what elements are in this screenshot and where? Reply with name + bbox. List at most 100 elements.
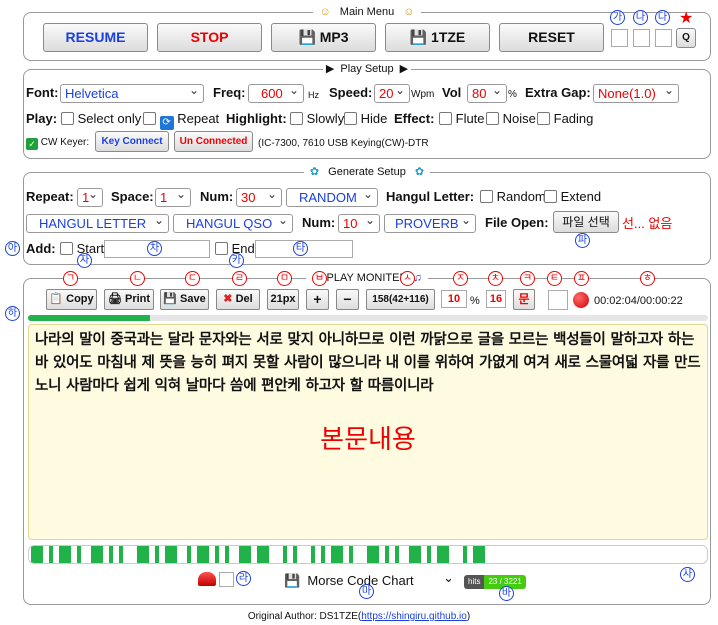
morse-mark — [331, 546, 343, 563]
marker-ja: 자 — [77, 253, 92, 268]
morse-mark — [225, 546, 229, 563]
repeat-checkbox[interactable]: ⟳ — [159, 116, 174, 130]
save-1tze-button[interactable]: 💾 1TZE — [385, 23, 490, 52]
monitor-checkbox[interactable] — [548, 290, 568, 310]
save-button[interactable]: 💾 Save — [160, 289, 209, 310]
q-button[interactable]: Q — [676, 28, 696, 48]
char-count-button[interactable]: 158(42+116) — [366, 289, 435, 310]
resume-button[interactable]: RESUME — [43, 23, 148, 52]
stop-button[interactable]: STOP — [157, 23, 262, 52]
morse-mark — [385, 546, 389, 563]
vol-select[interactable]: 80 — [467, 84, 507, 103]
font-size-button[interactable]: 21px — [267, 289, 299, 310]
zoom-in-button[interactable]: + — [306, 289, 329, 310]
hide-checkbox[interactable] — [344, 112, 357, 125]
morse-mark — [367, 546, 379, 563]
num2-select[interactable]: 10 — [338, 214, 380, 233]
extend-checkbox[interactable] — [544, 190, 557, 203]
morse-mark — [109, 546, 113, 563]
toolbar-marker-13: ㅎ — [640, 271, 655, 286]
num-label: Num: — [200, 189, 234, 204]
select-only-label: Select only — [77, 111, 142, 126]
space-label: Space: — [111, 189, 154, 204]
hangul-qso-select[interactable]: HANGUL QSO — [173, 214, 293, 233]
morse-mark — [437, 546, 449, 563]
morse-mark — [283, 546, 287, 563]
hangul-letter-label: Hangul Letter: — [386, 189, 475, 204]
marker-na: 나 — [633, 10, 648, 25]
num2-label: Num: — [302, 215, 336, 230]
morse-mark — [91, 546, 103, 563]
toolbar-marker-2: ㄴ — [130, 271, 145, 286]
mun-button[interactable]: 문 — [513, 289, 535, 310]
font-select[interactable]: Helvetica — [60, 84, 204, 103]
morse-signal-strip — [28, 545, 708, 564]
zoom-out-button[interactable]: − — [336, 289, 359, 310]
toolbar-marker-8: ㅈ — [453, 271, 468, 286]
reset-button[interactable]: RESET — [499, 23, 604, 52]
cw-keyer-checkbox[interactable]: ✓ — [26, 138, 38, 150]
slowly-label: Slowly — [306, 111, 345, 126]
hangul-letter-select[interactable]: HANGUL LETTER — [26, 214, 169, 233]
percent-unit: % — [470, 295, 480, 307]
marker-ha: 하 — [5, 306, 20, 321]
copy-button[interactable]: 📋 Copy — [46, 289, 97, 310]
morse-mark — [31, 546, 43, 563]
print-button[interactable]: 🖨 Print — [104, 289, 154, 310]
play-label: Play: — [26, 111, 58, 126]
menu-checkbox-3[interactable] — [655, 29, 672, 47]
repeat-count-select[interactable]: 1 — [77, 188, 103, 207]
num-select[interactable]: 30 — [236, 188, 282, 207]
morse-mark — [215, 546, 219, 563]
slowly-checkbox[interactable] — [290, 112, 303, 125]
freq-select[interactable]: 600 — [248, 84, 304, 103]
end-checkbox[interactable] — [215, 242, 228, 255]
toolbar-marker-5: ㅁ — [277, 271, 292, 286]
file-select-button[interactable]: 파일 선택 — [553, 211, 619, 233]
speed-unit: Wpm — [411, 89, 435, 100]
morse-mark — [239, 546, 251, 563]
marker-a: 아 — [5, 241, 20, 256]
repeat-count-label: Repeat: — [26, 189, 74, 204]
marker-ga: 가 — [610, 10, 625, 25]
repeat-spacer-checkbox[interactable] — [143, 112, 156, 125]
proverb-select[interactable]: PROVERB — [384, 214, 476, 233]
morse-mark — [257, 546, 269, 563]
toolbar-marker-4: ㄹ — [232, 271, 247, 286]
author-link[interactable]: https://shingiru.github.io — [361, 611, 467, 622]
random-checkbox[interactable] — [480, 190, 493, 203]
vol-label: Vol — [442, 85, 462, 100]
vol-unit: % — [508, 89, 517, 100]
content-placeholder: 본문내용 — [320, 425, 416, 455]
start-checkbox[interactable] — [60, 242, 73, 255]
alarm-checkbox[interactable] — [219, 572, 234, 587]
marker-da: 다 — [655, 10, 670, 25]
extra-gap-select[interactable]: None(1.0) — [593, 84, 679, 103]
toolbar-marker-3: ㄷ — [185, 271, 200, 286]
hide-label: Hide — [360, 111, 388, 126]
space-select[interactable]: 1 — [155, 188, 191, 207]
monitor-text-area[interactable]: 나라의 말이 중국과는 달라 문자와는 서로 맞지 아니하므로 이런 까닭으로 … — [28, 324, 708, 540]
mp3-button[interactable]: 💾 MP3 — [271, 23, 376, 52]
num-input[interactable]: 16 — [486, 290, 506, 308]
menu-checkbox-1[interactable] — [611, 29, 628, 47]
flute-checkbox[interactable] — [439, 112, 452, 125]
mode-select[interactable]: RANDOM — [286, 188, 378, 207]
morse-mark — [165, 546, 177, 563]
noise-checkbox[interactable] — [486, 112, 499, 125]
fading-checkbox[interactable] — [537, 112, 550, 125]
morse-mark — [119, 546, 123, 563]
morse-mark — [137, 546, 149, 563]
record-indicator-icon — [573, 292, 589, 308]
speed-select[interactable]: 20 — [374, 84, 410, 103]
marker-ba: 바 — [499, 586, 514, 601]
un-connected-button[interactable]: Un Connected — [174, 131, 253, 152]
delete-button[interactable]: ✖ Del — [216, 289, 260, 310]
key-connect-button[interactable]: Key Connect — [95, 131, 169, 152]
menu-checkbox-2[interactable] — [633, 29, 650, 47]
percent-input[interactable]: 10 — [441, 290, 467, 308]
select-only-checkbox[interactable] — [61, 112, 74, 125]
marker-sa: 사 — [680, 567, 695, 582]
toolbar-marker-11: ㅌ — [547, 271, 562, 286]
file-status-text: 선... 없음 — [622, 216, 673, 231]
